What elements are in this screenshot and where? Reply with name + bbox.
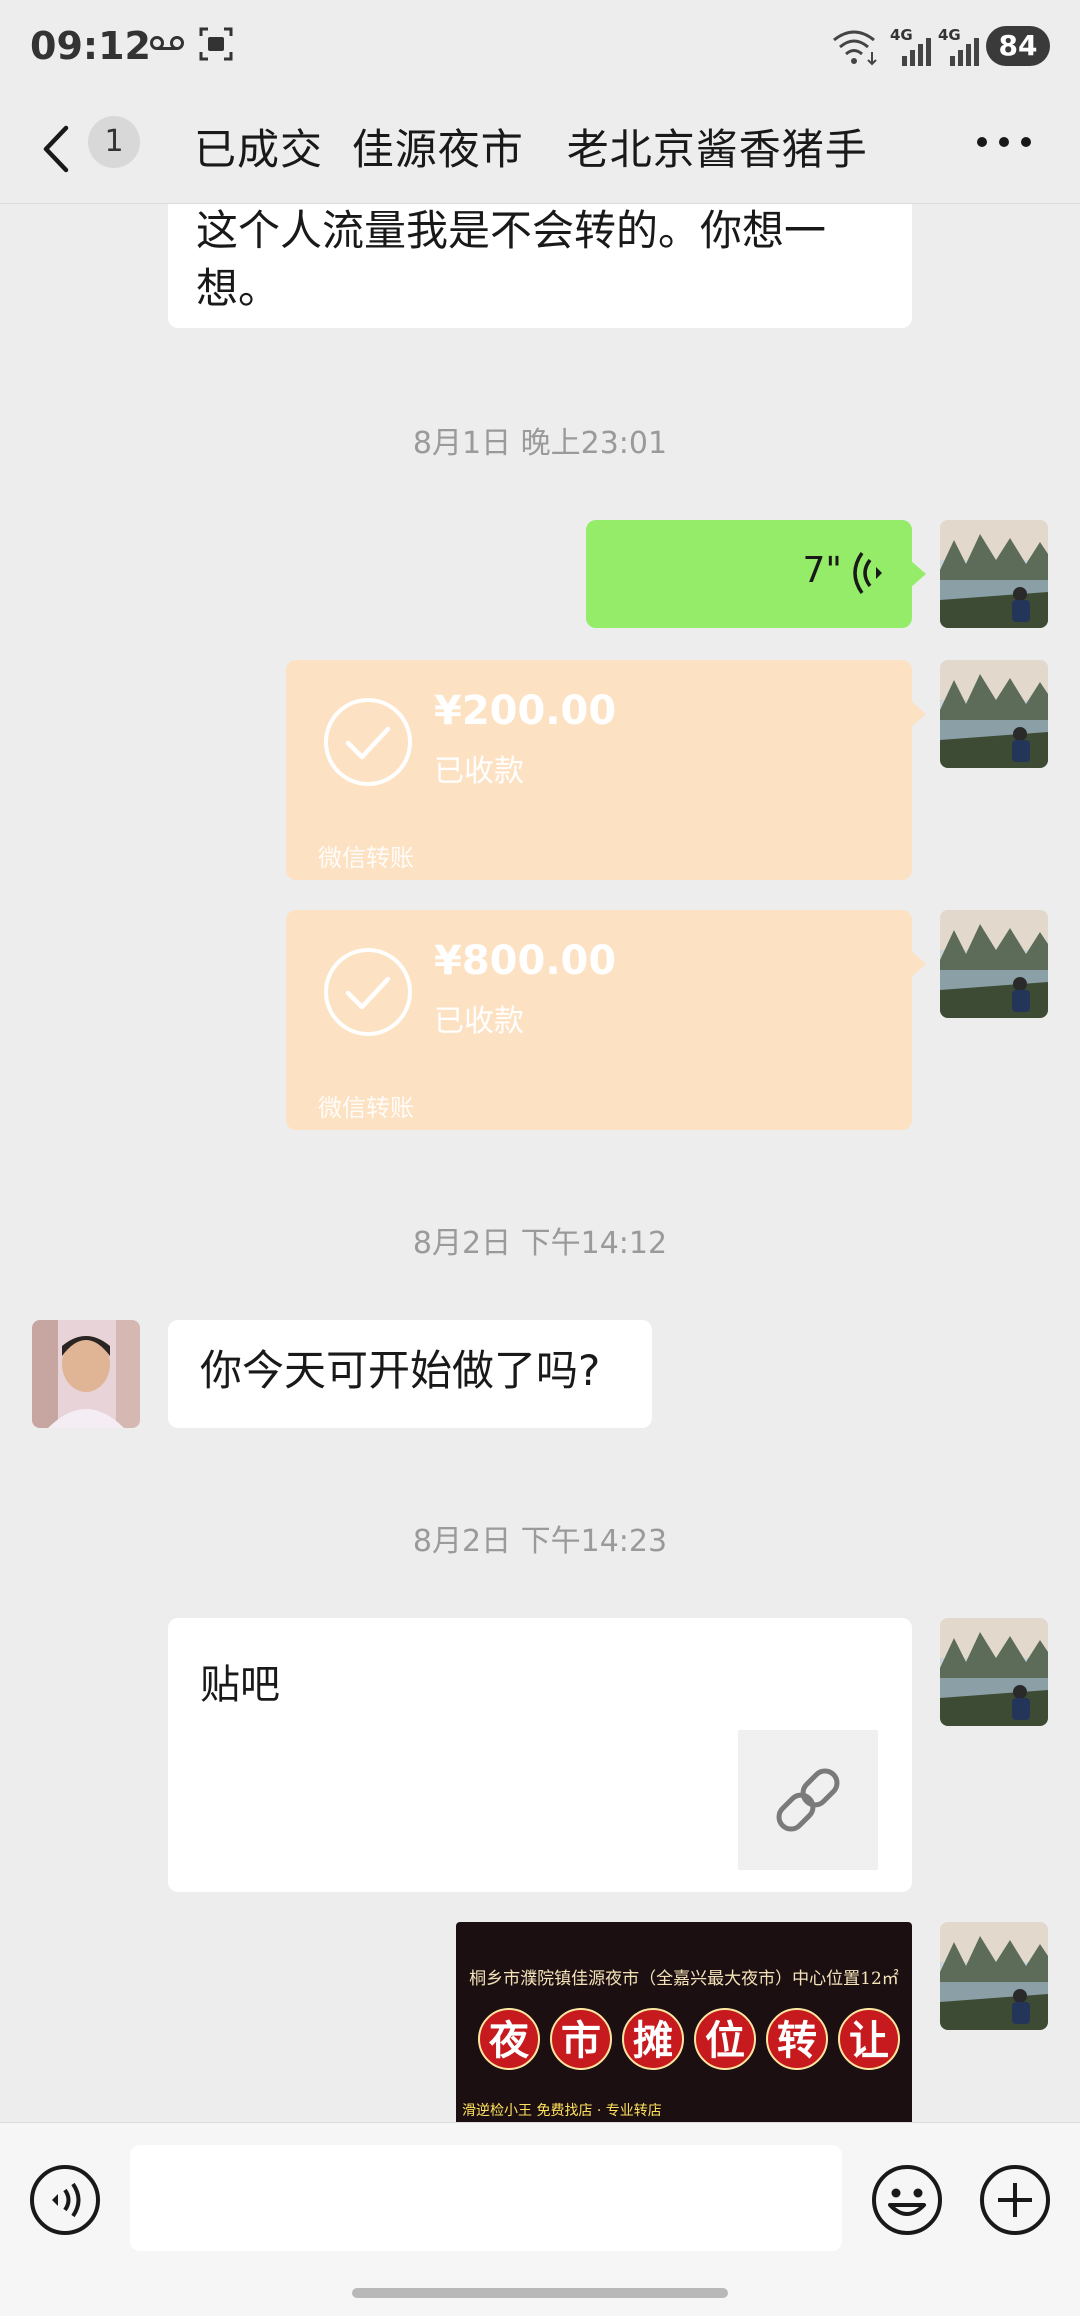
check-circle-icon — [324, 948, 412, 1036]
image-title-char: 摊 — [622, 2008, 684, 2070]
timestamp-divider: 8月1日 晚上23:01 — [412, 426, 668, 461]
timestamp-divider: 8月2日 下午14:23 — [412, 1524, 668, 1559]
transfer-card[interactable]: ¥200.00 已收款 微信转账 — [286, 660, 912, 880]
message-list[interactable]: 这个人流量我是不会转的。你想一 想。 8月1日 晚上23:01 7" ¥200.… — [0, 204, 1080, 2122]
home-indicator[interactable] — [352, 2288, 728, 2298]
link-card-message[interactable]: 贴吧 — [168, 1618, 912, 1892]
bubble-tail — [910, 560, 926, 588]
status-bar: 09:12 4G 4G 84 — [0, 0, 1080, 96]
my-avatar[interactable] — [940, 1618, 1048, 1726]
link-icon — [776, 1768, 840, 1832]
message-text: 你今天可开始做了吗? — [200, 1346, 601, 1395]
voice-message-bubble[interactable]: 7" — [586, 520, 912, 628]
signal-icon — [950, 38, 979, 66]
my-avatar[interactable] — [940, 660, 1048, 768]
image-title-char: 夜 — [478, 2008, 540, 2070]
back-button[interactable] — [36, 116, 76, 182]
message-text-line: 这个人流量我是不会转的。你想一 — [196, 206, 827, 255]
image-caption: 桐乡市濮院镇佳源夜市（全嘉兴最大夜市）中心位置12㎡ — [469, 1969, 899, 1989]
status-time: 09:12 — [30, 24, 151, 68]
message-text-line: 想。 — [196, 264, 281, 313]
image-title-char: 市 — [550, 2008, 612, 2070]
my-avatar[interactable] — [940, 1922, 1048, 2030]
image-title-char: 让 — [838, 2008, 900, 2070]
battery-indicator: 84 — [986, 26, 1050, 66]
screenshot-icon — [199, 27, 233, 61]
plus-button[interactable] — [978, 2163, 1052, 2237]
transfer-source: 微信转账 — [318, 1094, 414, 1122]
image-title: 夜 市 摊 位 转 让 — [478, 2008, 900, 2074]
image-message[interactable]: 桐乡市濮院镇佳源夜市（全嘉兴最大夜市）中心位置12㎡ 夜 市 摊 位 转 让 滑… — [456, 1922, 912, 2122]
bubble-tail — [910, 950, 926, 978]
transfer-card[interactable]: ¥800.00 已收款 微信转账 — [286, 910, 912, 1130]
image-bottom-text: 滑逆检小王 免费找店 · 专业转店 — [462, 2103, 662, 2119]
link-title: 贴吧 — [200, 1662, 280, 1708]
timestamp-divider: 8月2日 下午14:12 — [412, 1226, 668, 1261]
emoji-button[interactable] — [870, 2163, 944, 2237]
voice-duration: 7" — [802, 550, 842, 591]
check-circle-icon — [324, 698, 412, 786]
chat-title: 已成交 佳源夜市 老北京酱香猪手 — [194, 125, 868, 174]
transfer-amount: ¥200.00 — [434, 688, 617, 734]
wifi-icon — [833, 30, 877, 66]
transfer-amount: ¥800.00 — [434, 938, 617, 984]
transfer-status: 已收款 — [434, 1004, 524, 1039]
unread-count-badge: 1 — [88, 116, 140, 168]
transfer-source: 微信转账 — [318, 844, 414, 872]
contact-avatar[interactable] — [32, 1320, 140, 1428]
my-avatar[interactable] — [940, 520, 1048, 628]
more-options-button[interactable] — [974, 128, 1034, 156]
voice-input-button[interactable] — [28, 2163, 102, 2237]
voice-wave-icon — [853, 551, 882, 595]
image-title-char: 位 — [694, 2008, 756, 2070]
my-avatar[interactable] — [940, 910, 1048, 1018]
message-input[interactable] — [130, 2145, 842, 2251]
voicemail-icon — [150, 36, 184, 50]
bubble-tail — [910, 700, 926, 728]
message-bubble-partial[interactable]: 这个人流量我是不会转的。你想一 想。 — [168, 204, 912, 328]
image-title-char: 转 — [766, 2008, 828, 2070]
transfer-status: 已收款 — [434, 754, 524, 789]
signal-icon — [902, 38, 931, 66]
input-bar — [0, 2122, 1080, 2316]
incoming-message-bubble[interactable]: 你今天可开始做了吗? — [168, 1320, 652, 1428]
link-thumbnail — [738, 1730, 878, 1870]
